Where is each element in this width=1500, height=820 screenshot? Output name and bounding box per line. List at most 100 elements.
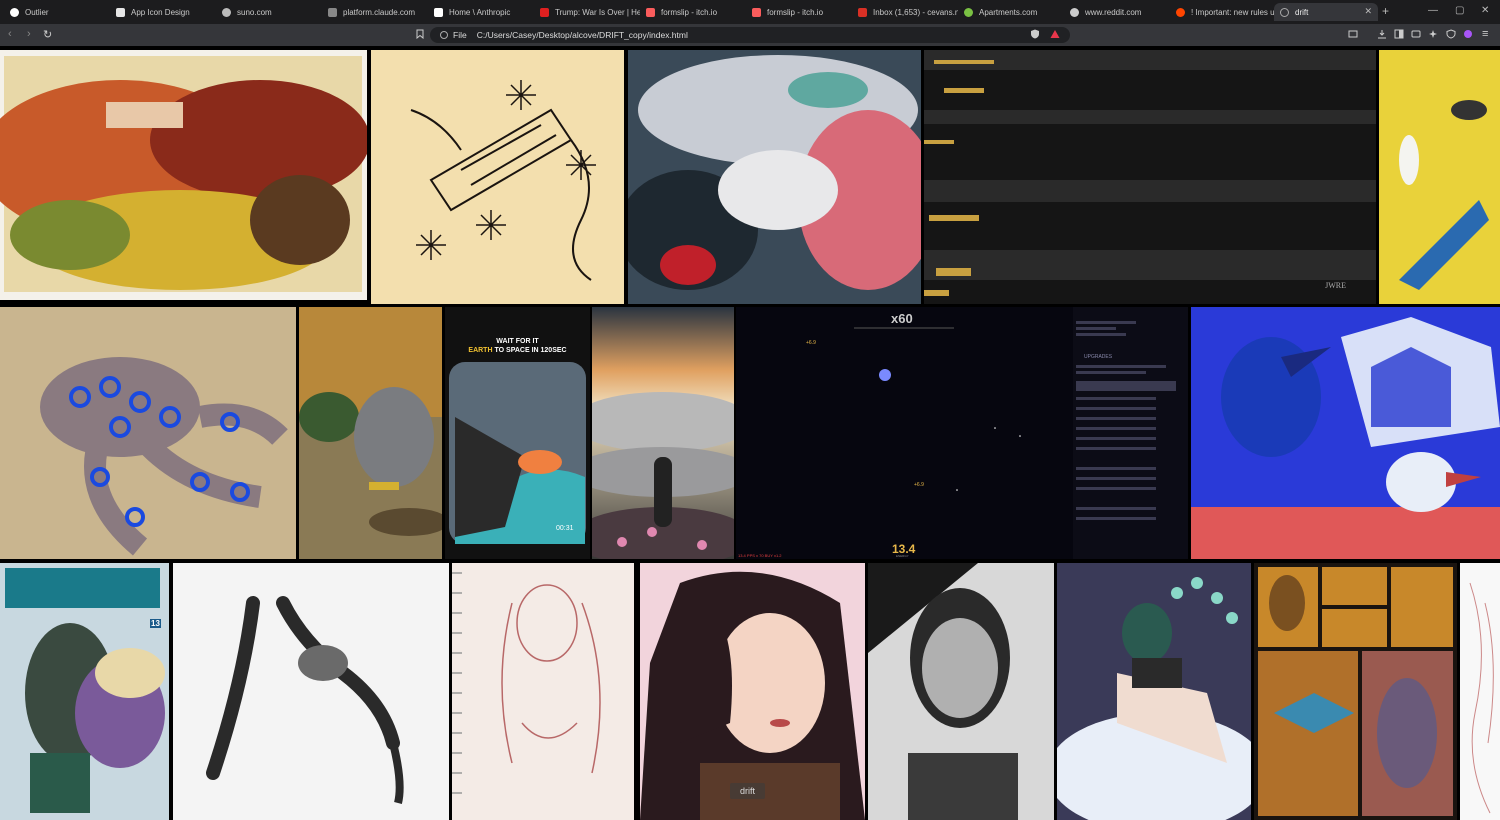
gallery-image-ink-flower-sketch[interactable]: [371, 50, 624, 304]
tab-anthropic[interactable]: Home \ Anthropic: [428, 3, 534, 21]
gallery-image-bw-portrait[interactable]: [868, 563, 1054, 820]
artwork-image: [1379, 50, 1500, 304]
youtube-icon: [540, 7, 549, 17]
sidebar-icon[interactable]: [1394, 29, 1404, 39]
tab-label: Apartments.com: [979, 7, 1038, 17]
reload-icon[interactable]: ↻: [43, 28, 52, 41]
artwork-image: [592, 307, 734, 559]
site-info-icon[interactable]: [440, 31, 448, 39]
leo-ai-icon[interactable]: [1428, 29, 1438, 39]
itchio-icon: [646, 7, 655, 17]
gallery-image-abstract-painting[interactable]: [628, 50, 921, 304]
bookmark-icon[interactable]: [415, 29, 425, 39]
tab-news-video[interactable]: Trump: War Is Over | He…: [534, 3, 640, 21]
artwork-image: [628, 50, 921, 304]
itchio-icon: [752, 7, 761, 17]
brave-shield-icon[interactable]: [1030, 29, 1040, 39]
close-window-icon[interactable]: ✕: [1481, 5, 1489, 16]
game-canvas: [854, 307, 1188, 559]
brave-rewards-icon[interactable]: [1050, 29, 1060, 39]
gallery-image-clicker-game[interactable]: x60 +6.9 +6.9 UPGRADES 13.4 ENERGY 13.4 …: [736, 307, 1188, 559]
drift-gallery: JWRE WAIT FOR IT EARTH TO SPACE IN 120SE…: [0, 46, 1500, 820]
tab-label: formslip - itch.io: [767, 7, 824, 17]
gallery-image-manga-cover[interactable]: 13: [0, 563, 169, 820]
artwork-image: [1057, 563, 1251, 820]
manga-volume-number: 13: [150, 619, 161, 628]
tab-label: suno.com: [237, 7, 272, 17]
tab-formslip-2[interactable]: formslip - itch.io: [746, 3, 852, 21]
url-text: C:/Users/Casey/Desktop/alcove/DRIFT_copy…: [476, 30, 688, 40]
artwork-image: [0, 307, 296, 559]
extension-icon[interactable]: [1463, 29, 1473, 39]
gallery-image-watercolor-landscape[interactable]: [0, 50, 367, 300]
tab-apartments[interactable]: Apartments.com: [958, 3, 1064, 21]
gmail-icon: [858, 7, 867, 17]
apartments-icon: [964, 7, 973, 17]
tab-reddit-rules[interactable]: ! Important: new rules u…: [1170, 3, 1274, 21]
gallery-image-isometric-prints[interactable]: [1254, 563, 1457, 820]
vpn-icon[interactable]: [1446, 29, 1456, 39]
gallery-image-sketchbook-portrait[interactable]: [452, 563, 634, 820]
tab-label: formslip - itch.io: [661, 7, 718, 17]
tab-suno[interactable]: suno.com: [216, 3, 322, 21]
tab-app-icon-design[interactable]: App Icon Design: [110, 3, 216, 21]
gallery-image-figure-drawing[interactable]: [173, 563, 449, 820]
menu-icon[interactable]: ≡: [1482, 28, 1488, 40]
tab-claude-platform[interactable]: platform.claude.com: [322, 3, 428, 21]
artwork-image: [1254, 563, 1457, 820]
tab-label: Inbox (1,653) - cevans.n…: [873, 7, 958, 17]
close-tab-icon[interactable]: ✕: [1364, 6, 1372, 17]
claude-icon: [328, 7, 337, 17]
artwork-image: [868, 563, 1054, 820]
maximize-icon[interactable]: ▢: [1455, 5, 1464, 16]
artwork-image: [371, 50, 624, 304]
upgrades-heading: UPGRADES: [1084, 354, 1113, 360]
tab-reddit[interactable]: www.reddit.com: [1064, 3, 1170, 21]
gallery-image-blue-birds-painting[interactable]: [1191, 307, 1500, 559]
wallet-icon[interactable]: [1411, 29, 1421, 39]
tab-gmail-inbox[interactable]: Inbox (1,653) - cevans.n…: [852, 3, 958, 21]
artwork-image: [924, 50, 1376, 304]
install-app-icon[interactable]: [1348, 29, 1358, 39]
tab-drift[interactable]: drift ✕: [1274, 3, 1378, 21]
signature-text: JWRE: [1325, 281, 1346, 290]
globe-icon: [1070, 7, 1079, 17]
tab-label: www.reddit.com: [1085, 7, 1142, 17]
tab-label: platform.claude.com: [343, 7, 416, 17]
new-tab-icon[interactable]: +: [1382, 4, 1389, 18]
download-icon[interactable]: [1377, 29, 1387, 39]
gallery-image-fantasy-girl[interactable]: [1057, 563, 1251, 820]
gallery-image-anime-portrait[interactable]: drift: [640, 563, 865, 820]
minimize-icon[interactable]: —: [1428, 5, 1438, 16]
address-bar[interactable]: File C:/Users/Casey/Desktop/alcove/DRIFT…: [430, 27, 1070, 43]
artwork-image: [1460, 563, 1500, 820]
game-bottom-stats: 13.4 PPS x 70 BUY x1.2: [738, 553, 782, 558]
url-scheme-label: File: [453, 30, 467, 40]
game-score-caption: ENERGY: [896, 554, 909, 558]
artwork-image: [299, 307, 442, 559]
tab-label: Home \ Anthropic: [449, 7, 511, 17]
drift-watermark: drift: [730, 783, 766, 799]
artwork-image: [1191, 307, 1500, 559]
back-icon[interactable]: ‹: [8, 28, 12, 40]
video-timer: 00:31: [556, 525, 574, 532]
tab-formslip-1[interactable]: formslip - itch.io: [640, 3, 746, 21]
gallery-image-autumn-motor[interactable]: [299, 307, 442, 559]
anthropic-icon: [434, 7, 443, 17]
tab-label: Outlier: [25, 7, 49, 17]
artwork-image: [452, 563, 634, 820]
gallery-image-earth-to-space-video[interactable]: WAIT FOR IT EARTH TO SPACE IN 120SEC 00:…: [445, 307, 590, 559]
artwork-image: [640, 563, 865, 820]
artwork-image: [449, 362, 586, 544]
tab-outlier[interactable]: Outlier: [4, 3, 110, 21]
artwork-image: [173, 563, 449, 820]
tab-label: App Icon Design: [131, 7, 190, 17]
tab-label: drift: [1295, 7, 1309, 17]
forward-icon[interactable]: ›: [27, 28, 31, 40]
gallery-image-line-art[interactable]: [1460, 563, 1500, 820]
globe-icon: [1280, 7, 1289, 17]
gallery-image-glitch-gold[interactable]: JWRE: [924, 50, 1376, 304]
gallery-image-yellow-abstract[interactable]: [1379, 50, 1500, 304]
gallery-image-sea-of-clouds[interactable]: [592, 307, 734, 559]
gallery-image-blue-ringed-octopus[interactable]: [0, 307, 296, 559]
